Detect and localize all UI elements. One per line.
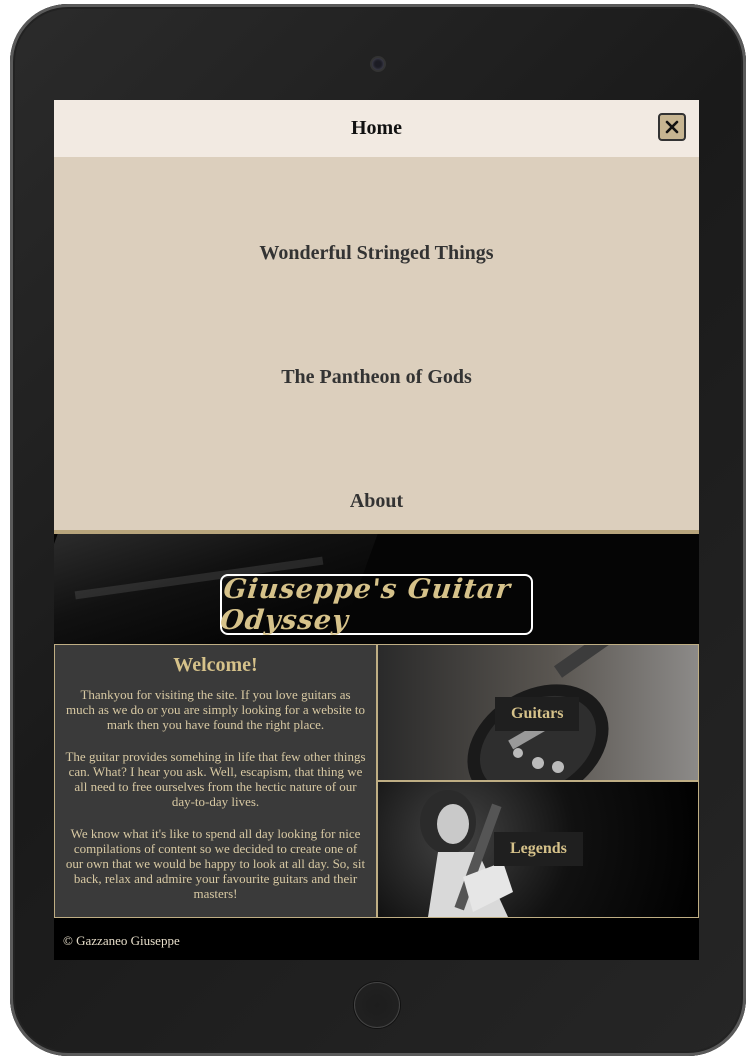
welcome-paragraph-1: Thankyou for visiting the site. If you l…: [66, 687, 365, 732]
nav-link-pantheon-of-gods[interactable]: The Pantheon of Gods: [54, 366, 699, 389]
guitars-label[interactable]: Guitars: [495, 697, 580, 731]
nav-menu: Wonderful Stringed Things The Pantheon o…: [54, 157, 699, 534]
legends-label[interactable]: Legends: [494, 832, 583, 866]
welcome-paragraph-2: The guitar provides somehing in life tha…: [65, 749, 366, 809]
guitars-tile[interactable]: Guitars: [378, 645, 698, 780]
welcome-panel: Welcome! Thankyou for visiting the site.…: [55, 645, 376, 917]
camera-icon: [372, 58, 384, 70]
nav-header: Home: [54, 100, 699, 157]
welcome-heading: Welcome!: [173, 654, 258, 676]
legends-tile[interactable]: Legends: [378, 782, 698, 917]
welcome-paragraph-3: We know what it's like to spend all day …: [65, 826, 366, 901]
logo-text: Giuseppe's Guitar Odyssey: [218, 573, 513, 636]
hero-banner: Giuseppe's Guitar Odyssey: [54, 534, 699, 644]
nav-title[interactable]: Home: [351, 117, 402, 140]
close-menu-button[interactable]: [658, 113, 686, 141]
content-grid: Welcome! Thankyou for visiting the site.…: [54, 644, 699, 918]
home-button[interactable]: [354, 982, 400, 1028]
site-logo[interactable]: Giuseppe's Guitar Odyssey: [218, 573, 533, 636]
close-x-icon: [665, 120, 679, 134]
nav-link-wonderful-stringed-things[interactable]: Wonderful Stringed Things: [54, 242, 699, 265]
nav-link-about[interactable]: About: [54, 490, 699, 513]
